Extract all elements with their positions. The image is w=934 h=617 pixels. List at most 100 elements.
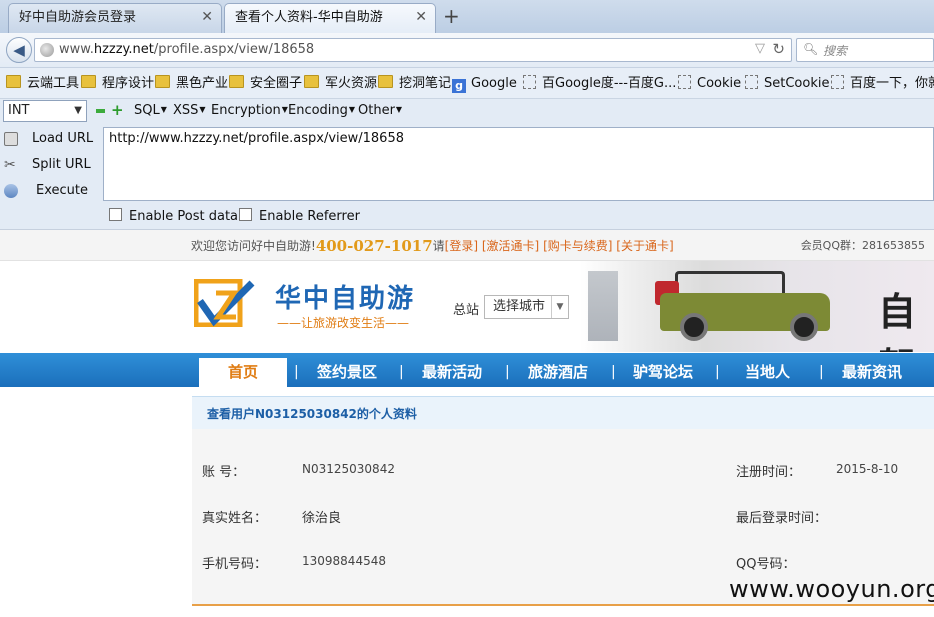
bookmark-folder[interactable]: 军火资源 — [304, 75, 377, 93]
tab-title: 查看个人资料-华中自助游 — [235, 10, 383, 25]
browser-tab-strip: 好中自助游会员登录 ✕ 查看个人资料-华中自助游 ✕ + — [0, 0, 934, 33]
bookmark-link[interactable]: SetCookie — [745, 75, 829, 93]
referrer-checkbox[interactable]: Enable Referrer — [239, 208, 360, 224]
bookmark-link[interactable]: 百Google度---百度G... — [523, 75, 676, 93]
menu-xss[interactable]: XSS▼ — [173, 103, 206, 118]
tab-member-login[interactable]: 好中自助游会员登录 ✕ — [8, 3, 222, 33]
page-icon — [523, 75, 536, 89]
main-nav: 首页 | 签约景区 | 最新活动 | 旅游酒店 | 驴驾论坛 | 当地人 | 最… — [0, 353, 934, 387]
chevron-down-icon: ▼ — [551, 296, 568, 318]
bookmark-folder[interactable]: 安全圈子 — [229, 75, 302, 93]
type-select-value: INT — [8, 103, 30, 118]
reload-icon[interactable]: ↻ — [772, 40, 785, 58]
nav-locals[interactable]: 当地人 — [745, 353, 790, 387]
nav-separator: | — [819, 364, 824, 380]
buy-card-link[interactable]: [购卡与续费] — [543, 239, 612, 253]
bookmark-label: 黑色产业 — [176, 76, 229, 91]
search-icon: 🔍︎ — [803, 42, 819, 56]
watermark: www.wooyun.org — [729, 575, 934, 603]
action-label: Split URL — [32, 157, 91, 172]
welcome-text: 欢迎您访问好中自助游!400-027-1017请[登录] [激活通卡] [购卡与… — [191, 237, 674, 255]
menu-other[interactable]: Other▼ — [358, 103, 402, 118]
checkbox-label: Enable Post data — [129, 209, 239, 224]
caret-icon: ▼ — [348, 105, 356, 114]
bookmark-label: 安全圈子 — [250, 76, 303, 91]
site-logo-title[interactable]: 华中自助游 — [275, 278, 415, 315]
load-icon — [4, 132, 18, 146]
caret-icon: ▼ — [160, 105, 167, 114]
nav-separator: | — [399, 364, 404, 380]
post-data-checkbox[interactable]: Enable Post data — [109, 208, 238, 224]
menu-label: Other — [358, 103, 395, 118]
bookmark-link[interactable]: 百度一下，你就 — [831, 75, 934, 93]
bookmark-folder[interactable]: 云端工具 — [6, 75, 79, 93]
close-icon[interactable]: ✕ — [201, 4, 213, 31]
bookmark-link[interactable]: g Google — [452, 75, 517, 93]
phone-label: 手机号码： — [202, 557, 268, 572]
nav-separator: | — [715, 364, 720, 380]
bookmark-label: 百Google度---百度G... — [542, 76, 677, 91]
bookmark-folder[interactable]: 程序设计 — [81, 75, 154, 93]
menu-encoding[interactable]: Encoding▼ — [288, 103, 355, 118]
url-prefix: www. — [59, 42, 94, 57]
folder-icon — [6, 75, 21, 88]
nav-separator: | — [611, 364, 616, 380]
menu-label: SQL — [134, 103, 160, 118]
folder-icon — [304, 75, 319, 88]
hackbar-url-input[interactable]: http://www.hzzzy.net/profile.aspx/view/1… — [103, 127, 934, 201]
url-path: /profile.aspx/view/18658 — [153, 42, 315, 57]
back-button[interactable]: ◀ — [6, 37, 32, 63]
tab-view-profile[interactable]: 查看个人资料-华中自助游 ✕ — [224, 3, 436, 33]
site-top-bar: 欢迎您访问好中自助游!400-027-1017请[登录] [激活通卡] [购卡与… — [0, 230, 934, 261]
bookmark-link[interactable]: Cookie — [678, 75, 741, 93]
nav-home[interactable]: 首页 — [199, 358, 287, 387]
account-label: 账 号： — [202, 465, 246, 480]
bookmark-label: 云端工具 — [27, 76, 80, 91]
type-select[interactable]: INT ▼ — [3, 100, 87, 122]
bookmark-folder[interactable]: 挖洞笔记 — [378, 75, 451, 93]
bookmark-star-icon[interactable]: ▽ — [755, 41, 765, 56]
site-header: 华中自助游 ——让旅游改变生活—— 总站 选择城市 ▼ 自驾 — [0, 261, 934, 352]
nav-forum[interactable]: 驴驾论坛 — [633, 353, 693, 387]
about-card-link[interactable]: [关于通卡] — [616, 239, 673, 253]
login-link[interactable]: [登录] — [445, 239, 478, 253]
checkbox-box — [109, 208, 122, 221]
realname-label: 真实姓名： — [202, 511, 268, 526]
bookmark-folder[interactable]: 黑色产业 — [155, 75, 228, 93]
last-login-label: 最后登录时间： — [736, 511, 828, 526]
tower-image — [588, 271, 618, 341]
nav-scenic-spots[interactable]: 签约景区 — [317, 353, 377, 387]
menu-sql[interactable]: SQL▼ — [134, 103, 167, 118]
menu-label: Encoding — [288, 103, 348, 118]
decrease-icon[interactable] — [96, 109, 105, 113]
activate-card-link[interactable]: [激活通卡] — [482, 239, 539, 253]
google-icon: g — [452, 79, 466, 93]
nav-latest-news[interactable]: 最新资讯 — [842, 353, 902, 387]
address-bar[interactable]: www.hzzzy.net/profile.aspx/view/18658 ▽ … — [34, 38, 792, 62]
city-select[interactable]: 选择城市 ▼ — [484, 295, 569, 319]
qq-label: QQ号码： — [736, 557, 796, 572]
menu-encryption[interactable]: Encryption▼ — [211, 103, 288, 118]
nav-hotels[interactable]: 旅游酒店 — [528, 353, 588, 387]
bookmark-label: Cookie — [697, 76, 742, 91]
bookmark-label: SetCookie — [764, 76, 830, 91]
action-label: Execute — [36, 183, 88, 198]
new-tab-button[interactable]: + — [443, 3, 460, 29]
checkbox-label: Enable Referrer — [259, 209, 360, 224]
bookmark-label: 程序设计 — [102, 76, 155, 91]
search-box[interactable]: 🔍︎ 搜索 — [796, 38, 934, 62]
member-qq-group: 会员QQ群：281653855 — [800, 239, 925, 252]
folder-icon — [229, 75, 244, 88]
menu-label: XSS — [173, 103, 199, 118]
increase-icon[interactable]: + — [111, 103, 125, 118]
realname-value: 徐治良 — [302, 511, 342, 526]
header-banner: 自驾 — [580, 261, 934, 352]
folder-icon — [378, 75, 393, 88]
url-domain: hzzzy.net — [93, 42, 154, 57]
logo-icon[interactable] — [194, 279, 256, 327]
tab-title: 好中自助游会员登录 — [19, 10, 137, 25]
close-icon[interactable]: ✕ — [415, 4, 427, 31]
welcome-prefix: 欢迎您访问好中自助游! — [191, 239, 316, 253]
bookmark-label: Google — [471, 76, 517, 91]
nav-latest-events[interactable]: 最新活动 — [422, 353, 482, 387]
